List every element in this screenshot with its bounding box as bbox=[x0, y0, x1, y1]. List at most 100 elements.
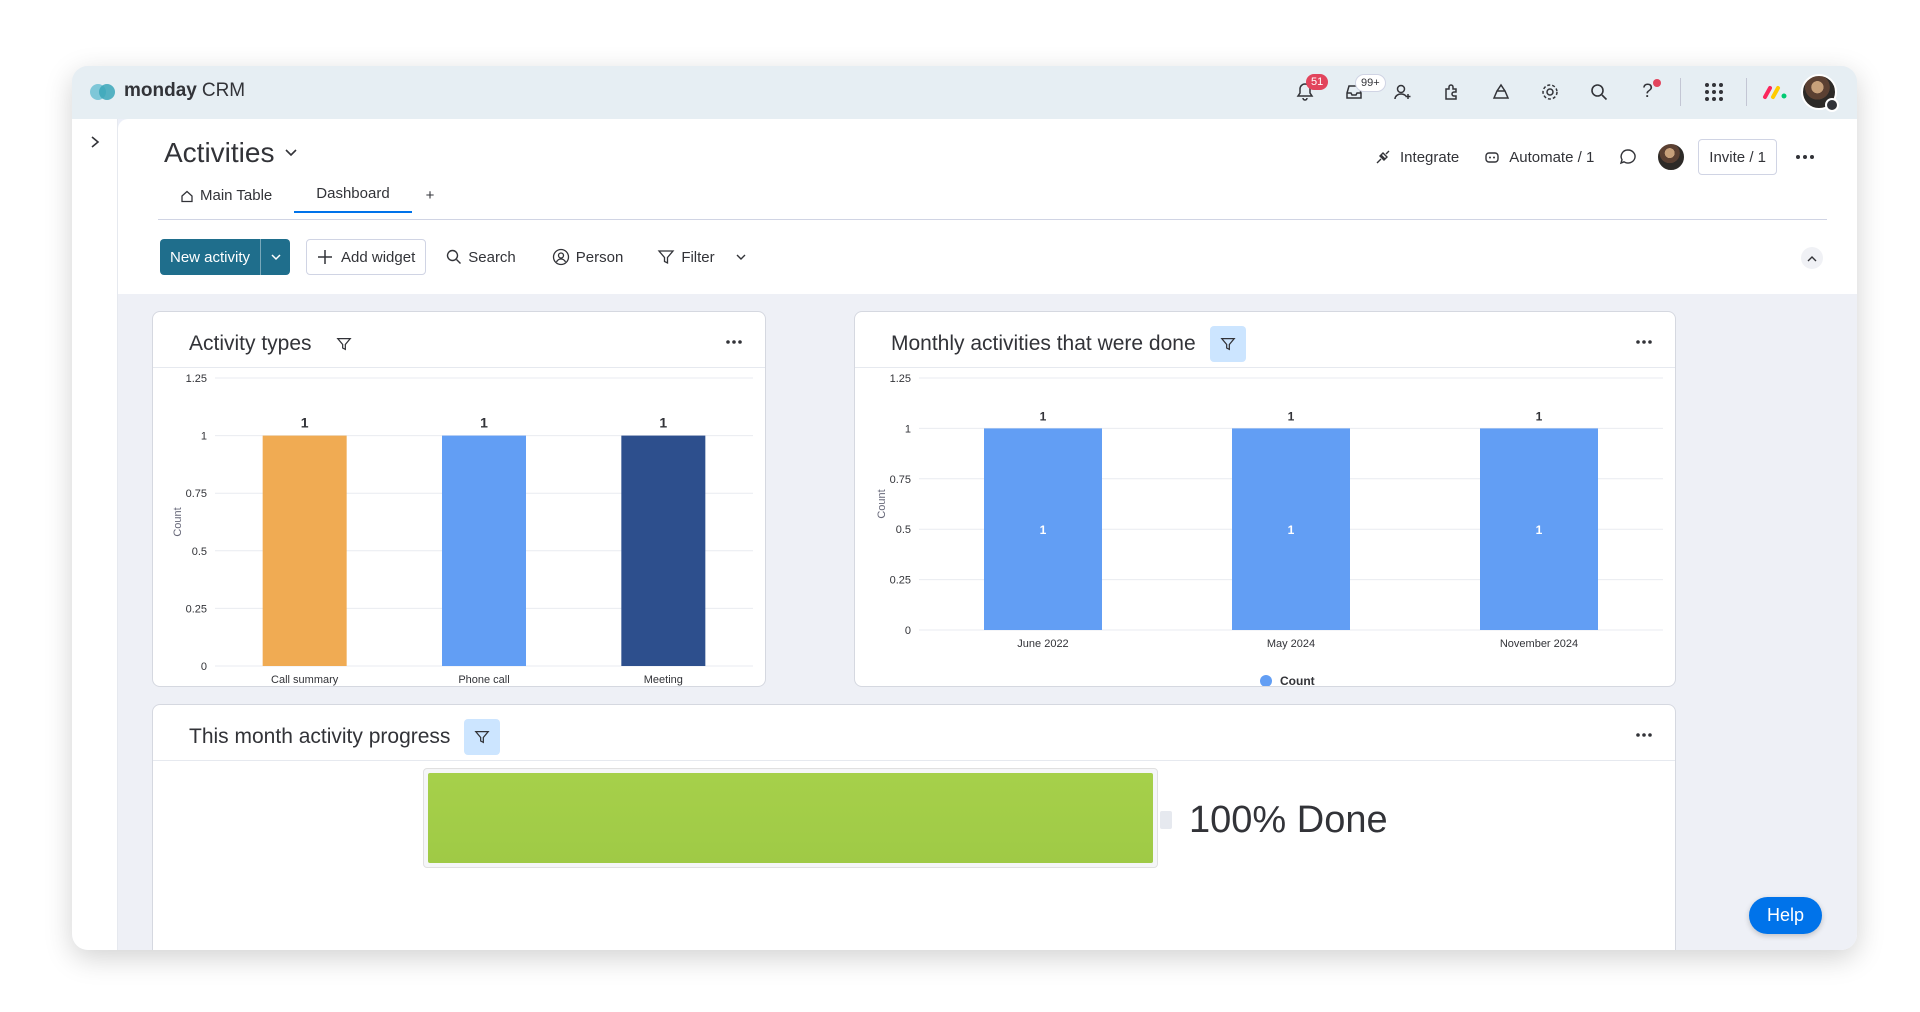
plus-icon bbox=[318, 250, 333, 264]
filter-label: Filter bbox=[681, 248, 715, 266]
widget-header: This month activity progress bbox=[189, 719, 501, 755]
integrate-label: Integrate bbox=[1400, 148, 1460, 166]
data-label: 1 bbox=[1288, 409, 1295, 423]
y-axis-label: Count bbox=[172, 507, 184, 536]
add-view-button[interactable]: + bbox=[412, 179, 449, 213]
data-label: 1 bbox=[1536, 409, 1543, 423]
board-title-text: Activities bbox=[164, 137, 275, 168]
battery-cap bbox=[1160, 811, 1172, 829]
widget-title: Activity types bbox=[189, 332, 312, 355]
more-dots-icon bbox=[1796, 155, 1814, 159]
widget-more-button[interactable] bbox=[1635, 332, 1653, 350]
chat-bubble-icon bbox=[1620, 149, 1637, 165]
widget-more-button[interactable] bbox=[725, 332, 743, 350]
product-name: CRM bbox=[201, 80, 246, 101]
bar bbox=[262, 435, 347, 666]
main-content: Activities Integrate Automate / 1 Invite… bbox=[118, 119, 1857, 950]
bar-inner-label: 1 bbox=[1288, 523, 1295, 537]
data-label: 1 bbox=[1040, 409, 1047, 423]
top-bar: monday CRM 51 99+ ? bbox=[72, 66, 1857, 119]
widget-more-button[interactable] bbox=[1635, 725, 1653, 743]
x-tick-label: Call summary bbox=[271, 674, 339, 686]
new-activity-button[interactable]: New activity bbox=[160, 239, 291, 275]
inbox-button[interactable]: 99+ bbox=[1329, 74, 1386, 110]
monday-logo-icon bbox=[90, 81, 116, 101]
bar-inner-label: 1 bbox=[1040, 523, 1047, 537]
board-toolbar: New activity Add widget Search Person Fi… bbox=[160, 239, 753, 275]
invite-members-button[interactable] bbox=[1378, 74, 1427, 110]
filter-button[interactable]: Filter bbox=[651, 239, 752, 275]
automate-button[interactable]: Automate / 1 bbox=[1471, 139, 1606, 175]
person-label: Person bbox=[575, 248, 624, 266]
logo[interactable]: monday CRM bbox=[90, 80, 245, 102]
bar bbox=[621, 435, 706, 666]
help-button[interactable]: ? bbox=[1623, 74, 1672, 110]
widget-filter-button[interactable] bbox=[1209, 326, 1246, 362]
help-button[interactable]: Help bbox=[1748, 897, 1822, 934]
y-tick-label: 0.5 bbox=[896, 524, 911, 536]
invite-user-icon bbox=[1393, 84, 1410, 100]
activity-progress-widget: This month activity progress 100% Done bbox=[152, 704, 1676, 950]
bar bbox=[442, 435, 526, 666]
widget-filter-button[interactable] bbox=[464, 719, 501, 755]
y-axis-label: Count bbox=[876, 489, 888, 518]
y-tick-label: 0.25 bbox=[186, 603, 207, 615]
new-activity-dropdown[interactable] bbox=[260, 239, 290, 275]
tab-dashboard[interactable]: Dashboard bbox=[294, 177, 412, 213]
y-tick-label: 1.25 bbox=[890, 373, 911, 385]
robot-icon bbox=[1485, 152, 1499, 163]
automate-label: Automate / 1 bbox=[1509, 148, 1595, 166]
marketplace-button[interactable] bbox=[1476, 74, 1525, 110]
person-icon bbox=[552, 248, 569, 266]
board-more-button[interactable] bbox=[1783, 139, 1827, 175]
person-filter-button[interactable]: Person bbox=[546, 239, 630, 275]
brand-name: monday bbox=[124, 80, 197, 101]
invite-label: Invite / 1 bbox=[1709, 148, 1766, 166]
filter-icon bbox=[1220, 338, 1236, 351]
chevron-down-icon bbox=[271, 253, 281, 260]
tab-main-table[interactable]: Main Table bbox=[158, 179, 294, 213]
x-tick-label: November 2024 bbox=[1500, 638, 1578, 650]
data-label: 1 bbox=[480, 415, 488, 431]
search-button[interactable] bbox=[1574, 74, 1623, 110]
search-label: Search bbox=[468, 248, 516, 266]
monthly-activities-chart: 0 0.25 0.5 0.75 1 1.25 Count 1 1 June 2022 1 1 May 2… bbox=[876, 373, 1663, 687]
tab-label: Main Table bbox=[200, 187, 273, 204]
add-widget-label: Add widget bbox=[341, 248, 416, 266]
expand-sidebar-button[interactable] bbox=[84, 131, 106, 153]
more-dots-icon bbox=[1636, 340, 1652, 344]
legend-label: Count bbox=[1280, 674, 1315, 687]
board-header-actions: Integrate Automate / 1 Invite / 1 bbox=[1362, 139, 1827, 175]
divider bbox=[1680, 78, 1681, 106]
notifications-button[interactable]: 51 bbox=[1280, 74, 1329, 110]
apps-button[interactable] bbox=[1689, 74, 1738, 110]
filter-icon bbox=[335, 338, 352, 351]
y-tick-label: 0.5 bbox=[192, 546, 207, 558]
home-icon bbox=[181, 190, 193, 202]
search-icon bbox=[1590, 84, 1607, 101]
settings-button[interactable] bbox=[1525, 74, 1574, 110]
product-switcher-button[interactable] bbox=[1755, 74, 1795, 110]
new-activity-label: New activity bbox=[170, 248, 251, 266]
search-button[interactable]: Search bbox=[440, 239, 522, 275]
monthly-activities-widget: Monthly activities that were done 0 0.25 0… bbox=[854, 311, 1676, 687]
user-avatar[interactable] bbox=[1801, 74, 1839, 112]
progress-label: 100% Done bbox=[1189, 799, 1388, 841]
integrations-button[interactable] bbox=[1427, 74, 1476, 110]
question-icon: ? bbox=[1642, 81, 1653, 102]
widget-divider bbox=[153, 760, 1675, 761]
integrate-button[interactable]: Integrate bbox=[1362, 139, 1471, 175]
board-title[interactable]: Activities bbox=[164, 137, 298, 169]
widget-filter-button[interactable] bbox=[326, 326, 362, 362]
invite-button[interactable]: Invite / 1 bbox=[1698, 139, 1777, 175]
board-member-avatar[interactable] bbox=[1656, 142, 1687, 172]
gear-icon bbox=[1541, 84, 1558, 100]
y-tick-label: 0 bbox=[201, 661, 207, 673]
y-tick-label: 0.75 bbox=[890, 474, 911, 486]
updates-button[interactable] bbox=[1606, 139, 1650, 175]
view-tabs: Main Table Dashboard + bbox=[158, 173, 448, 213]
tabs-divider bbox=[158, 219, 1827, 220]
collapse-header-button[interactable] bbox=[1801, 247, 1823, 269]
add-widget-button[interactable]: Add widget bbox=[306, 239, 427, 275]
tab-label: Dashboard bbox=[316, 185, 390, 202]
